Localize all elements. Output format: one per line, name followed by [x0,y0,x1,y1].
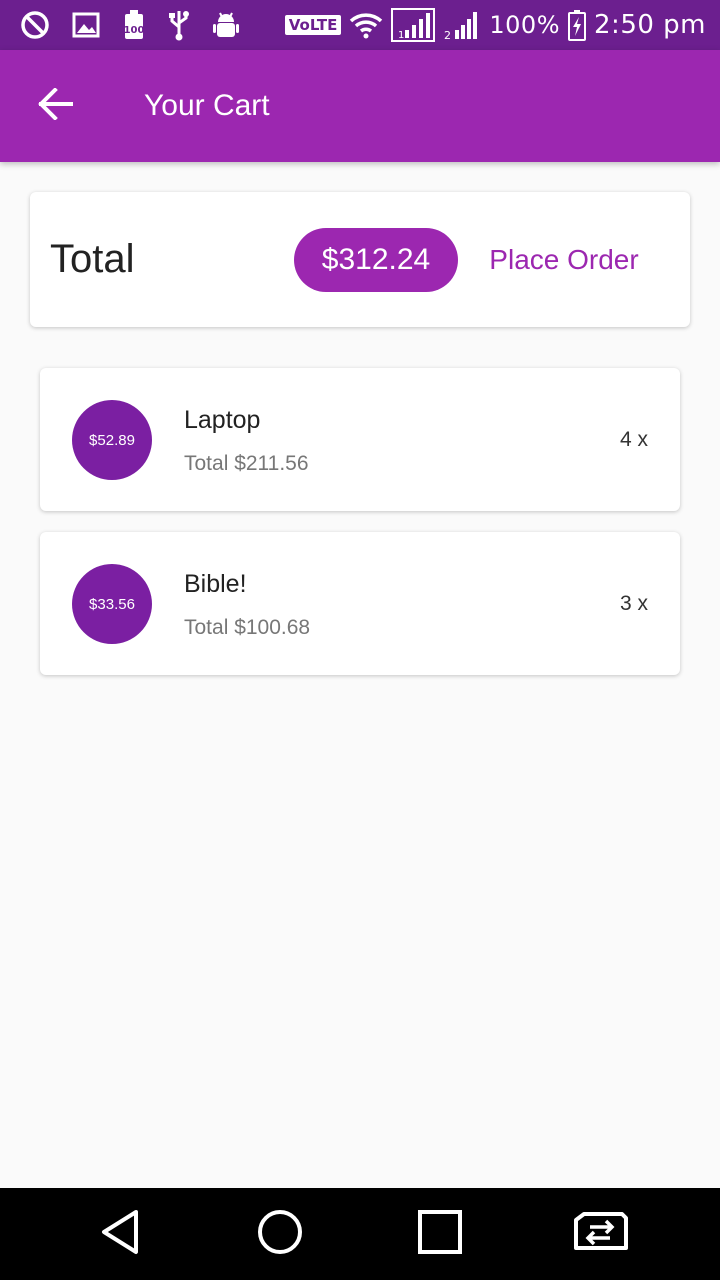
item-total: Total $100.68 [184,616,311,639]
battery-saver-icon: 100 [122,9,146,41]
svg-text:1: 1 [398,30,404,41]
total-card: Total $312.24 Place Order [30,192,690,327]
app-bar: Your Cart [0,50,720,162]
arrow-back-icon [38,87,74,124]
android-debug-icon [212,10,240,40]
total-label: Total [50,237,135,281]
nav-recents-button[interactable] [395,1189,485,1279]
volte-badge: VoLTE [284,15,342,35]
place-order-button[interactable]: Place Order [476,228,652,292]
navigation-bar [0,1188,720,1280]
cart-item[interactable]: $33.56 Bible! Total $100.68 3 x [40,532,680,675]
recents-square-icon [417,1209,463,1259]
wifi-icon [349,11,383,39]
status-bar: 100 VoLTE 1 2 100% 2:50 pm [0,0,720,50]
back-button[interactable] [0,50,112,162]
svg-text:2: 2 [444,29,451,41]
item-total: Total $211.56 [184,452,309,475]
block-icon [20,10,50,40]
price-avatar: $52.89 [72,400,152,480]
switch-sim-icon [572,1212,628,1256]
usb-icon [168,9,190,41]
image-icon [72,12,100,38]
total-amount-chip: $312.24 [294,228,458,292]
nav-switch-sim-button[interactable] [555,1189,645,1279]
cart-item[interactable]: $52.89 Laptop Total $211.56 4 x [40,368,680,511]
battery-percent: 100% [489,11,561,39]
signal-sim1-icon: 1 [391,8,436,42]
svg-text:100: 100 [124,25,145,36]
clock: 2:50 pm [594,10,706,40]
item-quantity: 3 x [619,592,648,615]
page-title: Your Cart [144,89,270,122]
nav-back-button[interactable] [75,1189,165,1279]
home-circle-icon [256,1208,304,1260]
item-quantity: 4 x [619,428,648,451]
price-avatar: $33.56 [72,564,152,644]
back-triangle-icon [98,1208,142,1260]
item-name: Laptop [184,406,261,434]
nav-home-button[interactable] [235,1189,325,1279]
battery-charging-icon [568,9,587,41]
item-name: Bible! [184,570,247,598]
signal-sim2-icon: 2 [443,9,481,41]
cart-list: $52.89 Laptop Total $211.56 4 x $33.56 B… [40,368,680,696]
